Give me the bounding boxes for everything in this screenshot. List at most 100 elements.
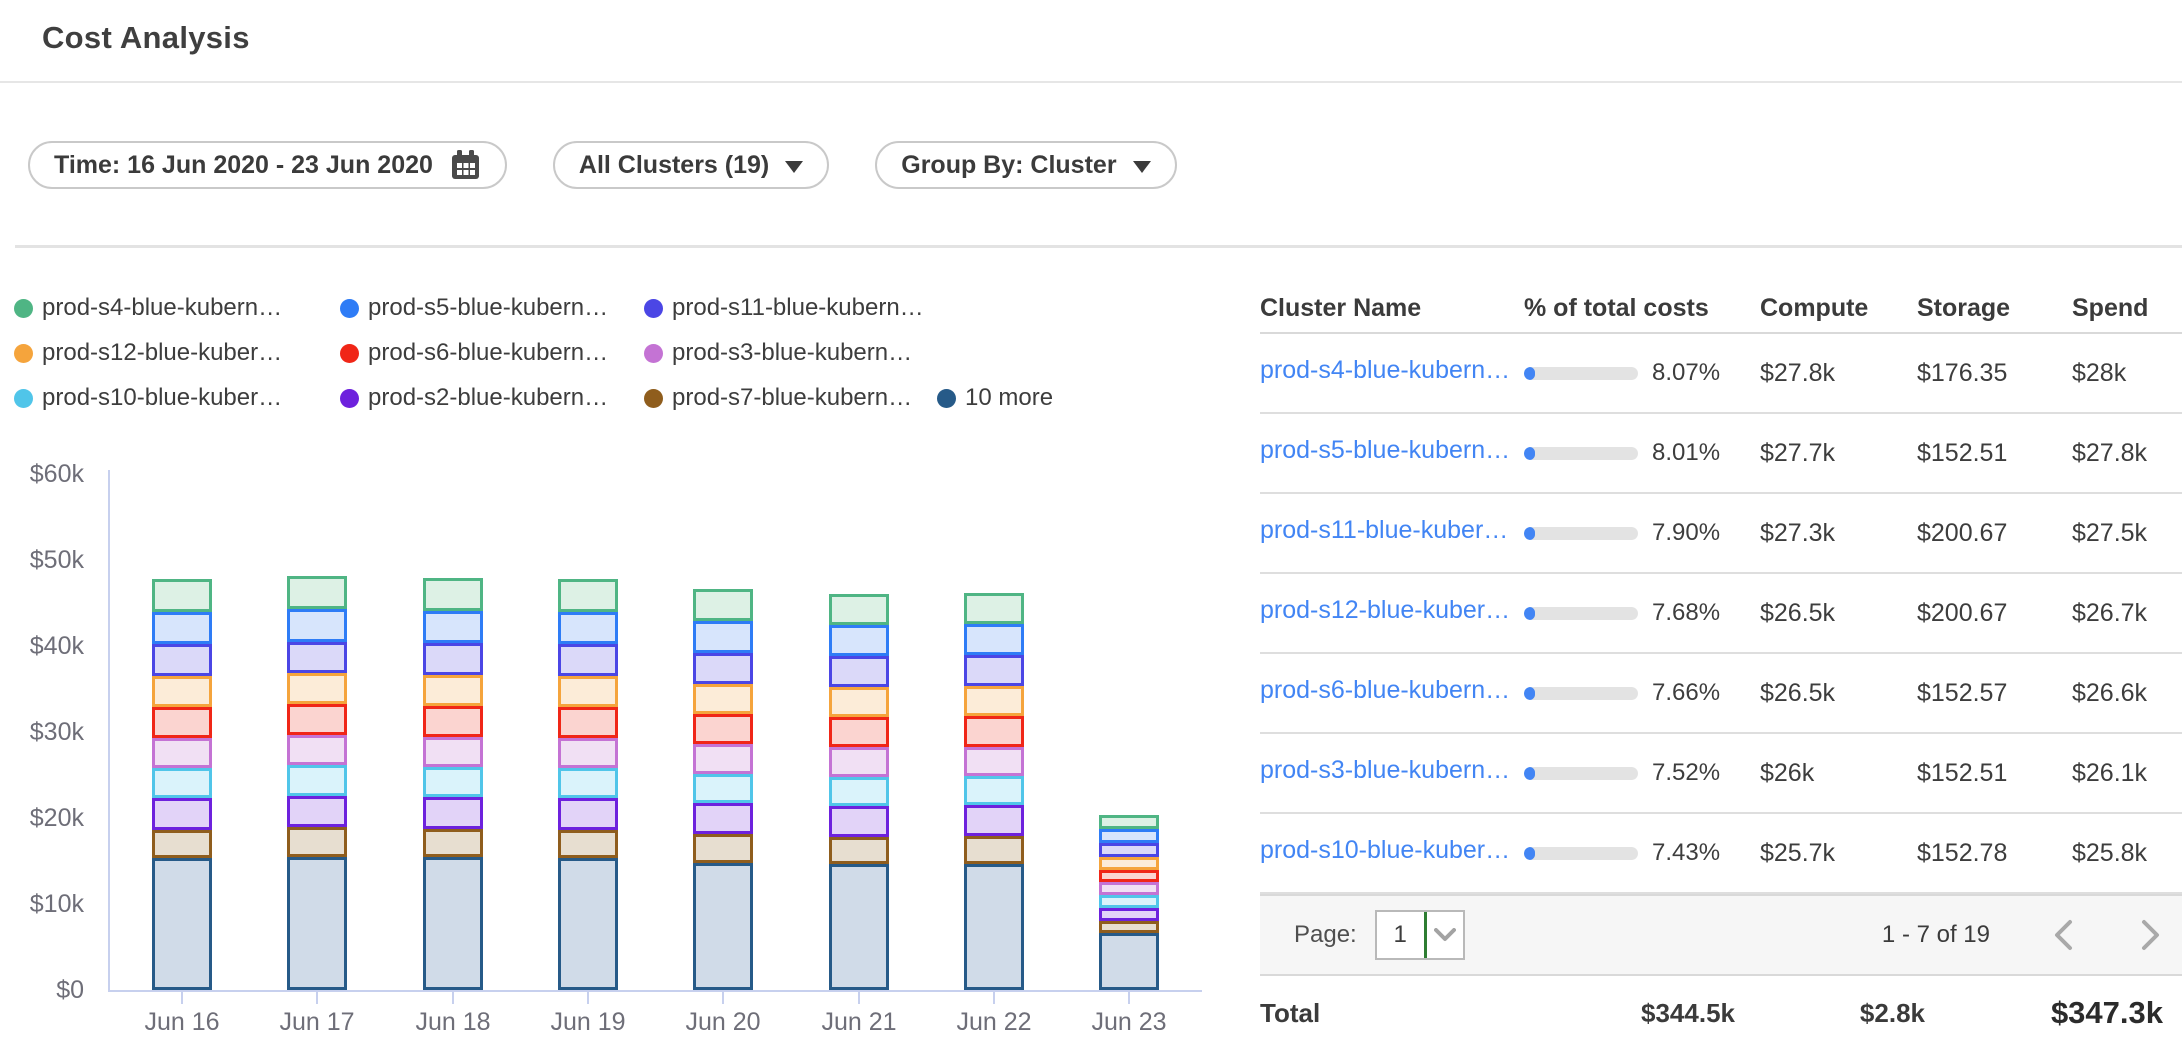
- bar-segment[interactable]: [829, 656, 889, 687]
- bar-segment[interactable]: [964, 836, 1024, 864]
- bar-segment[interactable]: [558, 676, 618, 707]
- bar-segment[interactable]: [964, 864, 1024, 990]
- cluster-name-link[interactable]: prod-s12-blue-kuber…: [1260, 596, 1510, 625]
- legend-item[interactable]: prod-s4-blue-kubern…: [14, 294, 340, 322]
- bar-segment[interactable]: [423, 706, 483, 737]
- bar-segment[interactable]: [287, 796, 347, 828]
- cluster-name-link[interactable]: prod-s3-blue-kubern…: [1260, 756, 1510, 785]
- bar-segment[interactable]: [558, 738, 618, 768]
- cluster-name-link[interactable]: prod-s10-blue-kuber…: [1260, 836, 1510, 865]
- cluster-name-link[interactable]: prod-s11-blue-kuber…: [1260, 516, 1508, 545]
- cluster-name-link[interactable]: prod-s5-blue-kubern…: [1260, 436, 1510, 465]
- bar-segment[interactable]: [964, 776, 1024, 805]
- bar-segment[interactable]: [558, 612, 618, 645]
- bar-segment[interactable]: [287, 765, 347, 795]
- bar-segment[interactable]: [693, 803, 753, 834]
- bar-segment[interactable]: [1099, 857, 1159, 870]
- bar-segment[interactable]: [964, 716, 1024, 746]
- bar-segment[interactable]: [693, 653, 753, 684]
- bar-segment[interactable]: [829, 717, 889, 747]
- time-range-filter[interactable]: Time: 16 Jun 2020 - 23 Jun 2020: [28, 141, 507, 189]
- bar-segment[interactable]: [152, 768, 212, 798]
- bar-segment[interactable]: [423, 829, 483, 857]
- bar-segment[interactable]: [287, 735, 347, 765]
- bar-segment[interactable]: [829, 777, 889, 806]
- bar-segment[interactable]: [152, 798, 212, 830]
- bar-segment[interactable]: [152, 738, 212, 768]
- bar-segment[interactable]: [1099, 921, 1159, 933]
- bar-segment[interactable]: [829, 594, 889, 626]
- bar-segment[interactable]: [558, 830, 618, 858]
- bar-segment[interactable]: [964, 747, 1024, 776]
- bar-segment[interactable]: [152, 707, 212, 738]
- bar-segment[interactable]: [423, 578, 483, 611]
- bar-segment[interactable]: [287, 704, 347, 735]
- legend-item[interactable]: 10 more: [937, 384, 1053, 412]
- bar-segment[interactable]: [693, 589, 753, 621]
- cluster-name-link[interactable]: prod-s6-blue-kubern…: [1260, 676, 1510, 705]
- stacked-bar-jun-22[interactable]: [964, 593, 1024, 990]
- page-select[interactable]: 1: [1375, 910, 1465, 960]
- legend-item[interactable]: prod-s5-blue-kubern…: [340, 294, 644, 322]
- stacked-bar-jun-21[interactable]: [829, 594, 889, 990]
- bar-segment[interactable]: [287, 827, 347, 856]
- bar-segment[interactable]: [693, 834, 753, 862]
- bar-segment[interactable]: [423, 857, 483, 989]
- bar-segment[interactable]: [693, 621, 753, 653]
- bar-segment[interactable]: [964, 593, 1024, 625]
- bar-segment[interactable]: [964, 686, 1024, 716]
- bar-segment[interactable]: [829, 747, 889, 776]
- bar-segment[interactable]: [1099, 908, 1159, 921]
- legend-item[interactable]: prod-s3-blue-kubern…: [644, 339, 937, 367]
- bar-segment[interactable]: [693, 714, 753, 744]
- bar-segment[interactable]: [152, 644, 212, 676]
- group-by-dropdown[interactable]: Group By: Cluster: [875, 141, 1176, 189]
- bar-segment[interactable]: [558, 644, 618, 676]
- bar-segment[interactable]: [423, 611, 483, 644]
- bar-segment[interactable]: [558, 858, 618, 990]
- bar-segment[interactable]: [152, 612, 212, 645]
- bar-segment[interactable]: [1099, 843, 1159, 857]
- bar-segment[interactable]: [152, 579, 212, 612]
- bar-segment[interactable]: [1099, 882, 1159, 895]
- legend-item[interactable]: prod-s2-blue-kubern…: [340, 384, 644, 412]
- stacked-bar-jun-16[interactable]: [152, 579, 212, 990]
- bar-segment[interactable]: [693, 744, 753, 774]
- bar-segment[interactable]: [287, 609, 347, 642]
- bar-segment[interactable]: [1099, 829, 1159, 843]
- bar-segment[interactable]: [287, 642, 347, 674]
- legend-item[interactable]: prod-s7-blue-kubern…: [644, 384, 937, 412]
- bar-segment[interactable]: [964, 805, 1024, 836]
- bar-segment[interactable]: [287, 857, 347, 990]
- legend-item[interactable]: prod-s6-blue-kubern…: [340, 339, 644, 367]
- bar-segment[interactable]: [423, 643, 483, 675]
- bar-segment[interactable]: [693, 774, 753, 803]
- stacked-bar-jun-18[interactable]: [423, 578, 483, 990]
- clusters-filter-dropdown[interactable]: All Clusters (19): [553, 141, 829, 189]
- bar-segment[interactable]: [287, 576, 347, 609]
- bar-segment[interactable]: [693, 684, 753, 714]
- bar-segment[interactable]: [829, 837, 889, 865]
- stacked-bar-jun-19[interactable]: [558, 579, 618, 990]
- bar-segment[interactable]: [1099, 815, 1159, 829]
- bar-segment[interactable]: [152, 858, 212, 990]
- bar-segment[interactable]: [558, 768, 618, 798]
- stacked-bar-jun-20[interactable]: [693, 589, 753, 990]
- bar-segment[interactable]: [287, 673, 347, 704]
- bar-segment[interactable]: [1099, 933, 1159, 990]
- bar-segment[interactable]: [558, 798, 618, 830]
- bar-segment[interactable]: [152, 676, 212, 707]
- bar-segment[interactable]: [829, 625, 889, 656]
- stacked-bar-jun-23[interactable]: [1099, 815, 1159, 990]
- bar-segment[interactable]: [558, 579, 618, 612]
- cluster-name-link[interactable]: prod-s4-blue-kubern…: [1260, 356, 1510, 385]
- bar-segment[interactable]: [423, 675, 483, 706]
- legend-item[interactable]: prod-s11-blue-kubern…: [644, 294, 937, 322]
- bar-segment[interactable]: [829, 864, 889, 990]
- next-page-button[interactable]: [2136, 918, 2166, 952]
- bar-segment[interactable]: [964, 624, 1024, 655]
- legend-item[interactable]: prod-s10-blue-kuber…: [14, 384, 340, 412]
- bar-segment[interactable]: [1099, 895, 1159, 908]
- bar-segment[interactable]: [829, 806, 889, 837]
- bar-segment[interactable]: [152, 830, 212, 858]
